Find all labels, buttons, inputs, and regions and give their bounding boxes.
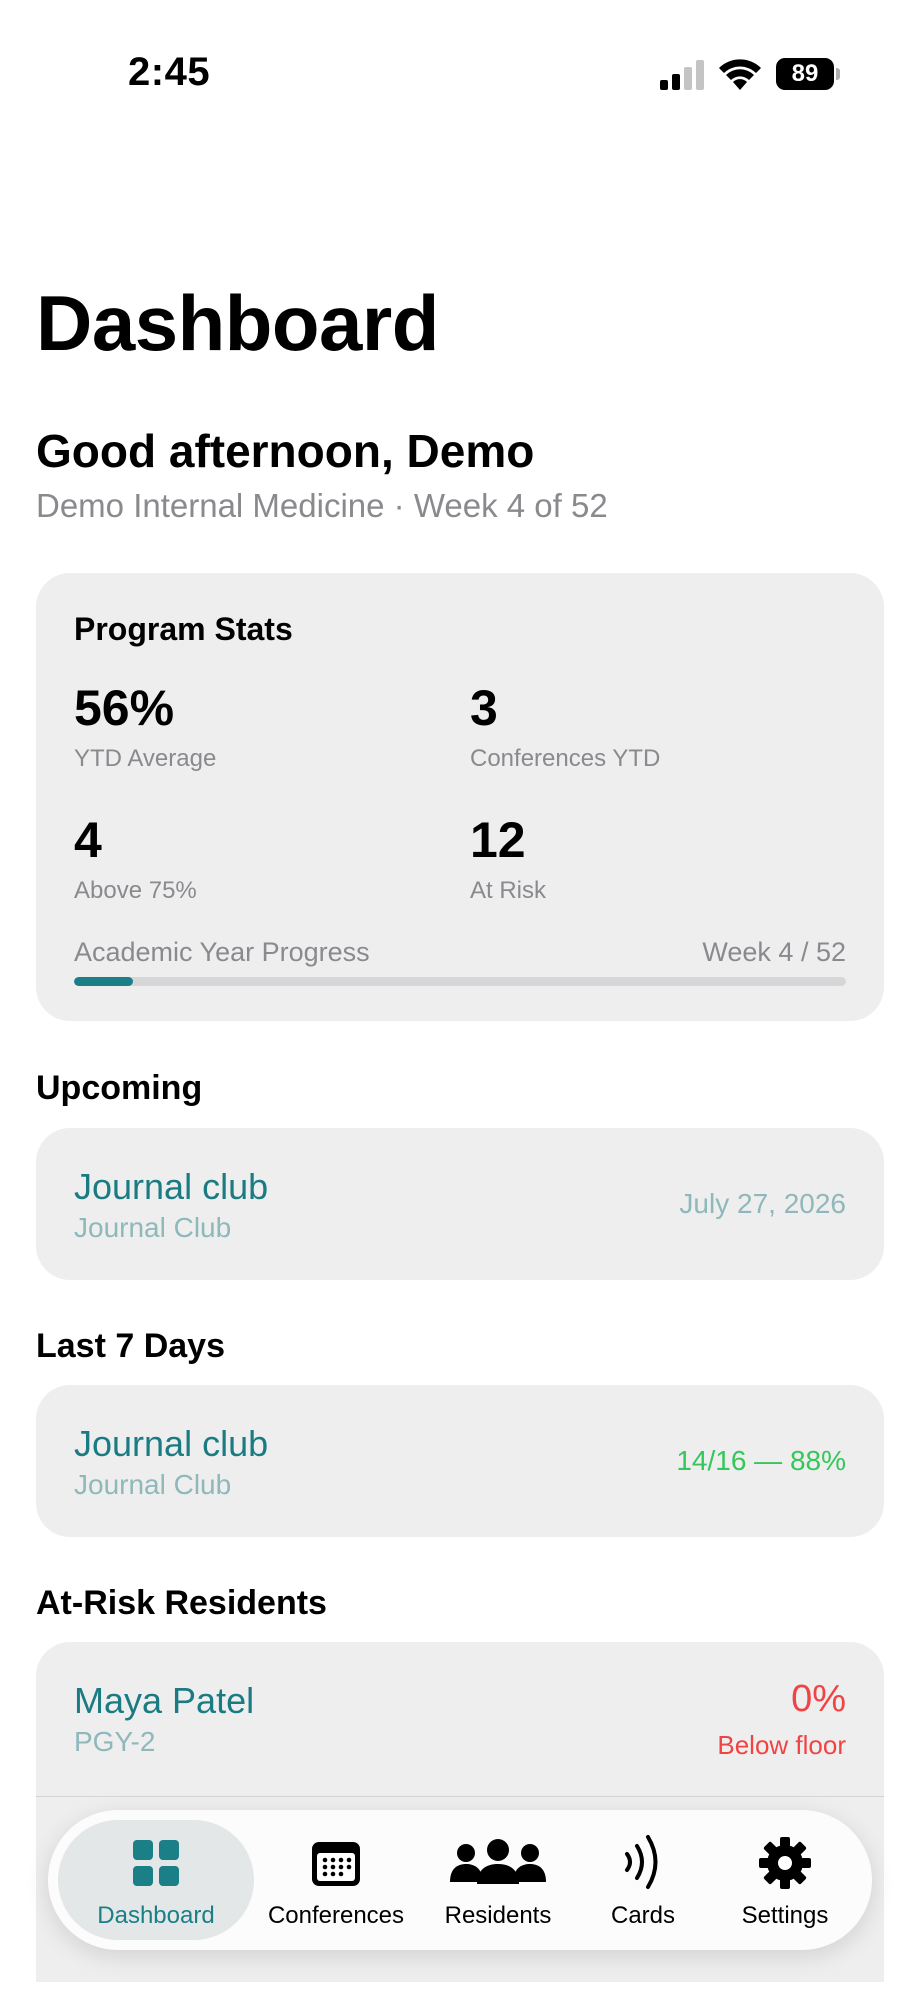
resident-name: Maya Patel — [74, 1680, 255, 1721]
section-header-at-risk-residents: At-Risk Residents — [36, 1584, 327, 1622]
conference-date: July 27, 2026 — [679, 1188, 846, 1219]
resident-level: PGY-2 — [74, 1726, 156, 1757]
tab-conferences[interactable]: Conferences — [254, 1810, 418, 1950]
attendance-summary: 14/16 — 88% — [676, 1445, 846, 1476]
resident-score: 0% — [791, 1678, 846, 1720]
conference-title: Journal club — [74, 1423, 269, 1464]
tab-cards[interactable]: Cards — [578, 1810, 708, 1950]
cellular-signal-icon — [660, 60, 704, 90]
wifi-icon — [719, 59, 761, 90]
recent-conference-item[interactable]: Journal club Journal Club 14/16 — 88% — [36, 1385, 884, 1537]
tab-label: Dashboard — [97, 1902, 215, 1929]
stat-label: YTD Average — [74, 745, 217, 772]
stat-at-risk: 12 At Risk — [470, 811, 546, 905]
status-time: 2:45 — [128, 50, 211, 94]
stat-ytd-average: 56% YTD Average — [74, 679, 216, 773]
resident-status: Below floor — [717, 1730, 846, 1760]
tab-residents[interactable]: Residents — [418, 1810, 578, 1950]
stat-label: At Risk — [470, 877, 547, 904]
progress-fill — [74, 977, 134, 986]
academic-year-progress-label: Academic Year Progress — [74, 937, 370, 967]
upcoming-conference-item[interactable]: Journal club Journal Club July 27, 2026 — [36, 1128, 884, 1280]
grid-icon — [133, 1840, 179, 1886]
greeting: Good afternoon, Demo — [36, 425, 535, 477]
program-stats-title: Program Stats — [74, 611, 293, 647]
stat-above-75: 4 Above 75% — [74, 811, 197, 905]
tab-dashboard[interactable]: Dashboard — [58, 1810, 254, 1950]
battery-indicator: 89 — [776, 58, 840, 90]
calendar-icon — [312, 1842, 360, 1886]
tab-label: Residents — [444, 1902, 552, 1929]
conference-title: Journal club — [74, 1166, 269, 1207]
tab-settings[interactable]: Settings — [708, 1810, 862, 1950]
stat-value: 12 — [470, 812, 526, 868]
stat-conferences-ytd: 3 Conferences YTD — [470, 679, 660, 773]
battery-tip — [836, 68, 840, 80]
tab-label: Settings — [741, 1902, 829, 1929]
battery-level: 89 — [776, 58, 834, 90]
stat-value: 56% — [74, 680, 175, 736]
program-subtitle: Demo Internal Medicine · Week 4 of 52 — [36, 487, 608, 524]
tab-label: Conferences — [267, 1902, 405, 1929]
section-header-last-7-days: Last 7 Days — [36, 1327, 225, 1365]
people-icon — [450, 1839, 546, 1884]
at-risk-resident-row[interactable]: Maya Patel PGY-2 0% Below floor — [36, 1642, 884, 1796]
row-divider — [36, 1796, 884, 1797]
status-bar: 2:45 89 — [0, 0, 920, 150]
conference-type: Journal Club — [74, 1212, 232, 1243]
academic-year-week: Week 4 / 52 — [702, 937, 846, 967]
tab-label: Cards — [610, 1902, 676, 1929]
page-title: Dashboard — [36, 279, 439, 367]
program-stats-card: Program Stats 56% YTD Average 3 Conferen… — [36, 573, 884, 1021]
nfc-icon — [625, 1835, 658, 1889]
stat-label: Above 75% — [74, 877, 197, 904]
tab-bar: Dashboard Conferences Residents Cards Se… — [48, 1810, 872, 1950]
stat-value: 4 — [74, 812, 102, 868]
stat-value: 3 — [470, 680, 498, 736]
academic-year-progress-bar — [74, 977, 846, 986]
stat-label: Conferences YTD — [470, 745, 661, 772]
conference-type: Journal Club — [74, 1469, 232, 1500]
gear-icon — [759, 1837, 811, 1889]
section-header-upcoming: Upcoming — [36, 1069, 203, 1107]
